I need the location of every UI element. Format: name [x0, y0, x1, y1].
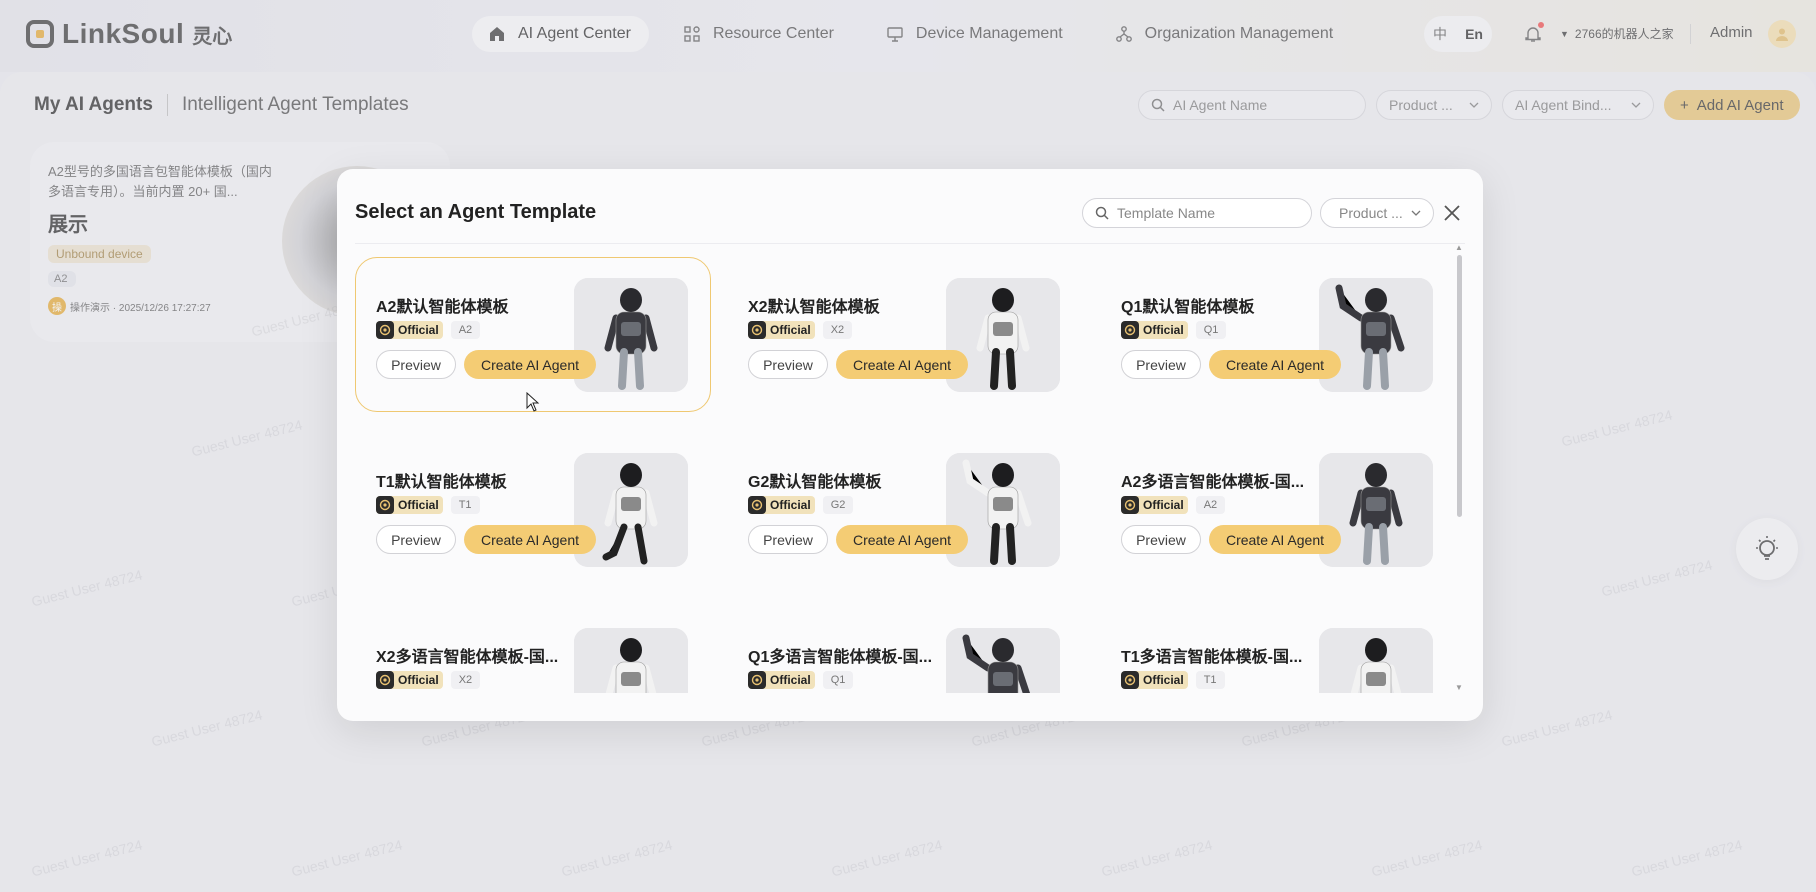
robot-image — [574, 628, 688, 693]
template-badges: Official A2 — [376, 321, 481, 339]
robot-image — [1319, 628, 1433, 693]
template-name: T1默认智能体模板 — [376, 474, 507, 491]
template-badges: Official T1 — [1121, 671, 1225, 689]
template-card[interactable]: X2默认智能体模板 Official X2 Preview Create AI … — [727, 257, 1083, 412]
mouse-cursor-icon — [526, 392, 540, 412]
preview-button[interactable]: Preview — [748, 525, 828, 554]
create-ai-agent-button[interactable]: Create AI Agent — [464, 350, 596, 379]
official-label: Official — [770, 673, 811, 687]
template-select-modal: Select an Agent Template Template Name P… — [337, 169, 1483, 721]
model-badge: G2 — [822, 496, 854, 514]
template-name: A2多语言智能体模板-国... — [1121, 474, 1305, 491]
divider — [355, 243, 1465, 244]
create-ai-agent-button[interactable]: Create AI Agent — [836, 350, 968, 379]
model-badge: X2 — [822, 321, 853, 339]
official-seal-icon — [1121, 321, 1139, 339]
template-name: Q1默认智能体模板 — [1121, 299, 1255, 316]
official-badge: Official — [376, 496, 443, 514]
official-badge: Official — [748, 321, 815, 339]
chevron-down-icon — [1411, 210, 1421, 216]
official-seal-icon — [376, 496, 394, 514]
template-name: A2默认智能体模板 — [376, 299, 509, 316]
template-card[interactable]: Q1多语言智能体模板-国... Official Q1 Preview Crea… — [727, 607, 1083, 693]
official-seal-icon — [376, 321, 394, 339]
official-label: Official — [398, 498, 439, 512]
model-badge: A2 — [450, 321, 481, 339]
template-badges: Official Q1 — [748, 671, 854, 689]
modal-product-filter[interactable]: Product ... — [1320, 198, 1434, 228]
template-card[interactable]: A2默认智能体模板 Official A2 Preview Create AI … — [355, 257, 711, 412]
official-seal-icon — [376, 671, 394, 689]
template-search-input[interactable]: Template Name — [1082, 198, 1312, 228]
model-badge: A2 — [1195, 496, 1226, 514]
official-label: Official — [1143, 673, 1184, 687]
official-label: Official — [770, 498, 811, 512]
model-badge: T1 — [450, 496, 480, 514]
model-badge: Q1 — [1195, 321, 1227, 339]
model-badge: X2 — [450, 671, 481, 689]
official-seal-icon — [748, 496, 766, 514]
template-card[interactable]: A2多语言智能体模板-国... Official A2 Preview Crea… — [1100, 432, 1451, 587]
template-card[interactable]: G2默认智能体模板 Official G2 Preview Create AI … — [727, 432, 1083, 587]
official-badge: Official — [1121, 496, 1188, 514]
template-card[interactable]: Q1默认智能体模板 Official Q1 Preview Create AI … — [1100, 257, 1451, 412]
official-badge: Official — [376, 671, 443, 689]
preview-button[interactable]: Preview — [748, 350, 828, 379]
template-card[interactable]: T1多语言智能体模板-国... Official T1 Preview Crea… — [1100, 607, 1451, 693]
template-badges: Official G2 — [748, 496, 854, 514]
official-seal-icon — [1121, 496, 1139, 514]
model-badge: T1 — [1195, 671, 1225, 689]
template-grid: A2默认智能体模板 Official A2 Preview Create AI … — [355, 257, 1451, 693]
close-icon[interactable] — [1441, 202, 1463, 224]
scroll-down-icon[interactable]: ▼ — [1455, 683, 1463, 692]
official-badge: Official — [1121, 671, 1188, 689]
template-badges: Official X2 — [376, 671, 481, 689]
template-name: X2多语言智能体模板-国... — [376, 649, 559, 666]
official-seal-icon — [748, 671, 766, 689]
official-badge: Official — [1121, 321, 1188, 339]
official-label: Official — [1143, 323, 1184, 337]
template-badges: Official X2 — [748, 321, 853, 339]
official-badge: Official — [748, 671, 815, 689]
template-card[interactable]: X2多语言智能体模板-国... Official X2 Preview Crea… — [355, 607, 711, 693]
official-label: Official — [770, 323, 811, 337]
modal-product-value: Product ... — [1339, 205, 1403, 221]
preview-button[interactable]: Preview — [1121, 350, 1201, 379]
template-name: X2默认智能体模板 — [748, 299, 880, 316]
scrollbar-thumb[interactable] — [1457, 255, 1462, 517]
create-ai-agent-button[interactable]: Create AI Agent — [1209, 350, 1341, 379]
create-ai-agent-button[interactable]: Create AI Agent — [1209, 525, 1341, 554]
scroll-up-icon[interactable]: ▲ — [1455, 243, 1463, 252]
preview-button[interactable]: Preview — [376, 525, 456, 554]
template-name: G2默认智能体模板 — [748, 474, 882, 491]
official-seal-icon — [748, 321, 766, 339]
create-ai-agent-button[interactable]: Create AI Agent — [836, 525, 968, 554]
template-card[interactable]: T1默认智能体模板 Official T1 Preview Create AI … — [355, 432, 711, 587]
template-name: T1多语言智能体模板-国... — [1121, 649, 1303, 666]
model-badge: Q1 — [822, 671, 854, 689]
template-search-placeholder: Template Name — [1117, 205, 1216, 221]
preview-button[interactable]: Preview — [1121, 525, 1201, 554]
official-label: Official — [1143, 498, 1184, 512]
search-icon — [1095, 206, 1109, 220]
robot-svg — [946, 628, 1060, 693]
modal-title: Select an Agent Template — [355, 201, 597, 223]
official-label: Official — [398, 323, 439, 337]
template-badges: Official T1 — [376, 496, 480, 514]
official-label: Official — [398, 673, 439, 687]
official-badge: Official — [748, 496, 815, 514]
robot-svg — [1319, 628, 1433, 693]
create-ai-agent-button[interactable]: Create AI Agent — [464, 525, 596, 554]
official-badge: Official — [376, 321, 443, 339]
template-badges: Official Q1 — [1121, 321, 1227, 339]
official-seal-icon — [1121, 671, 1139, 689]
preview-button[interactable]: Preview — [376, 350, 456, 379]
template-name: Q1多语言智能体模板-国... — [748, 649, 933, 666]
robot-svg — [574, 628, 688, 693]
template-badges: Official A2 — [1121, 496, 1226, 514]
robot-image — [946, 628, 1060, 693]
